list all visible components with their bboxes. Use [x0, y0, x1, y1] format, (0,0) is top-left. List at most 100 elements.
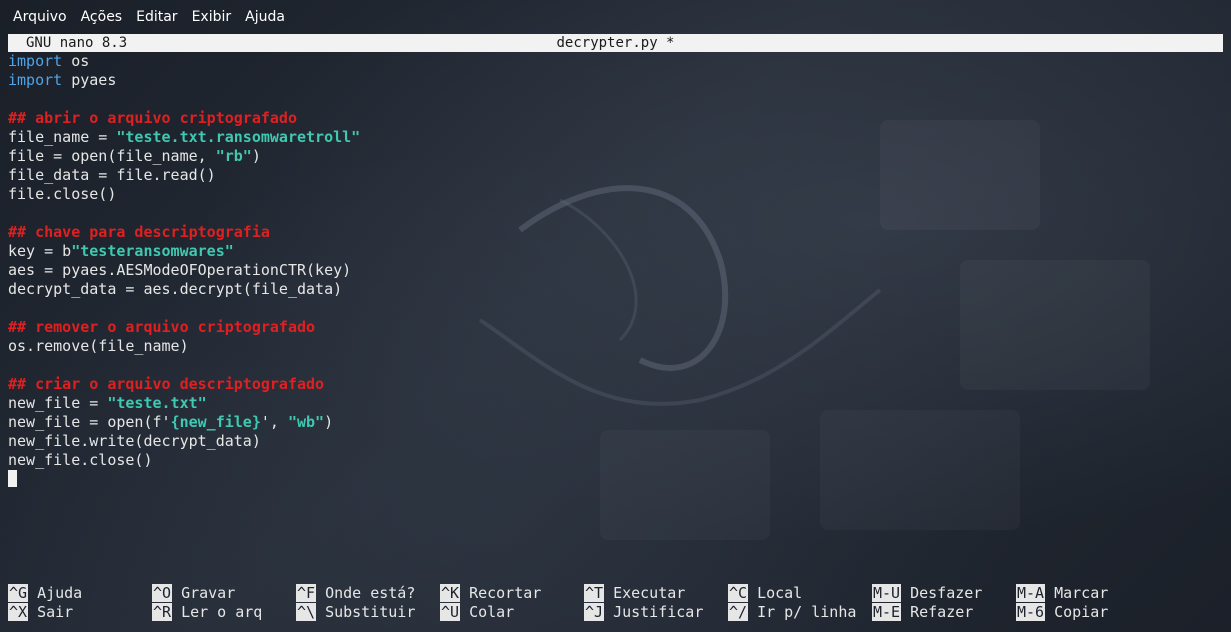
shortcut-label: Justificar — [613, 603, 704, 621]
shortcut-ler-o-arq[interactable]: ^R Ler o arq — [152, 603, 296, 622]
code-token: ## chave para descriptografia — [8, 223, 270, 241]
code-token: import — [8, 52, 63, 70]
shortcut-copiar[interactable]: M-6 Copiar — [1016, 603, 1160, 622]
shortcut-substituir[interactable]: ^\ Substituir — [296, 603, 440, 622]
shortcut-label: Refazer — [910, 603, 974, 621]
shortcut-bar: ^G Ajuda ^O Gravar ^F Onde está? ^K Recortar ^T E… — [8, 584, 1223, 624]
shortcut-label: Executar — [613, 584, 686, 602]
code-token: ## remover o arquivo criptografado — [8, 318, 316, 336]
code-token: aes = pyaes.AESModeOFOperationCTR(key) — [8, 261, 352, 279]
code-line: file = open(file_name, "rb") — [8, 147, 1223, 166]
menu-editar[interactable]: Editar — [129, 9, 184, 25]
code-line: aes = pyaes.AESModeOFOperationCTR(key) — [8, 261, 1223, 280]
file-name: decrypter.py * — [556, 35, 675, 51]
code-line: key = b"testeransomwares" — [8, 242, 1223, 261]
code-token: "teste.txt" — [107, 394, 207, 412]
shortcut-label: Onde está? — [325, 584, 416, 602]
code-token: decrypt_data = aes.decrypt(file_data) — [8, 280, 343, 298]
shortcut-key: M-U — [872, 584, 902, 602]
shortcut-label: Ajuda — [37, 584, 83, 602]
shortcut-label: Recortar — [469, 584, 542, 602]
shortcut-justificar[interactable]: ^J Justificar — [584, 603, 728, 622]
shortcut-gravar[interactable]: ^O Gravar — [152, 584, 296, 603]
shortcut-label: Ler o arq — [181, 603, 263, 621]
shortcut-label: Substituir — [325, 603, 416, 621]
shortcut-key: ^\ — [296, 603, 317, 621]
code-token: {new_file} — [170, 413, 261, 431]
code-token: file_data = file.read() — [8, 166, 216, 184]
shortcut-key: ^J — [584, 603, 605, 621]
code-token: os.remove(file_name) — [8, 337, 189, 355]
code-token: file = open(file_name, — [8, 147, 216, 165]
shortcut-label: Ir p/ linha — [757, 603, 857, 621]
shortcut-local[interactable]: ^C Local — [728, 584, 872, 603]
code-token: "wb" — [287, 413, 325, 431]
shortcut-executar[interactable]: ^T Executar — [584, 584, 728, 603]
code-line: new_file = open(f'{new_file}', "wb") — [8, 413, 1223, 432]
shortcut-desfazer[interactable]: M-U Desfazer — [872, 584, 1016, 603]
shortcut-key: ^X — [8, 603, 29, 621]
menu-exibir[interactable]: Exibir — [185, 9, 239, 25]
code-editor[interactable]: import os import pyaes ## abrir o arquivo … — [8, 52, 1223, 489]
code-line: ## remover o arquivo criptografado — [8, 318, 1223, 337]
menubar: Arquivo Ações Editar Exibir Ajuda — [0, 0, 1231, 34]
shortcut-key: ^K — [440, 584, 461, 602]
shortcut-colar[interactable]: ^U Colar — [440, 603, 584, 622]
shortcut-ajuda[interactable]: ^G Ajuda — [8, 584, 152, 603]
shortcut-recortar[interactable]: ^K Recortar — [440, 584, 584, 603]
shortcut-key: ^T — [584, 584, 605, 602]
code-line: ## abrir o arquivo criptografado — [8, 109, 1223, 128]
text-cursor — [8, 470, 17, 487]
shortcut-key: ^O — [152, 584, 173, 602]
code-token: pyaes — [62, 71, 117, 89]
code-token: ## abrir o arquivo criptografado — [8, 109, 297, 127]
code-line: os.remove(file_name) — [8, 337, 1223, 356]
shortcut-key: ^U — [440, 603, 461, 621]
code-line: file_name = "teste.txt.ransomwaretroll" — [8, 128, 1223, 147]
code-line: new_file = "teste.txt" — [8, 394, 1223, 413]
code-token: ) — [251, 147, 261, 165]
shortcut-key: ^/ — [728, 603, 749, 621]
menu-ações[interactable]: Ações — [74, 9, 130, 25]
code-line: import pyaes — [8, 71, 1223, 90]
nano-titlebar: GNU nano 8.3 decrypter.py * — [8, 34, 1223, 52]
shortcut-key: M-E — [872, 603, 902, 621]
shortcut-sair[interactable]: ^X Sair — [8, 603, 152, 622]
shortcut-key: ^R — [152, 603, 173, 621]
code-token: os — [62, 52, 90, 70]
code-line: file_data = file.read() — [8, 166, 1223, 185]
code-token: "testeransomwares" — [71, 242, 234, 260]
code-line: file.close() — [8, 185, 1223, 204]
code-token: ', — [260, 413, 288, 431]
code-line: ## chave para descriptografia — [8, 223, 1223, 242]
code-line: import os — [8, 52, 1223, 71]
shortcut-label: Desfazer — [910, 584, 983, 602]
code-line: new_file.close() — [8, 451, 1223, 470]
code-line: new_file.write(decrypt_data) — [8, 432, 1223, 451]
shortcut-label: Sair — [37, 603, 74, 621]
shortcut-onde-est[interactable]: ^F Onde está? — [296, 584, 440, 603]
shortcut-key: M-6 — [1016, 603, 1046, 621]
code-token: "teste.txt.ransomwaretroll" — [116, 128, 361, 146]
shortcut-key: ^C — [728, 584, 749, 602]
shortcut-key: M-A — [1016, 584, 1046, 602]
shortcut-ir-p-linha[interactable]: ^/ Ir p/ linha — [728, 603, 872, 622]
shortcut-marcar[interactable]: M-A Marcar — [1016, 584, 1160, 603]
code-line — [8, 470, 1223, 489]
shortcut-label: Colar — [469, 603, 515, 621]
code-token: file.close() — [8, 185, 117, 203]
shortcut-label: Gravar — [181, 584, 236, 602]
code-token: file_name = — [8, 128, 117, 146]
menu-ajuda[interactable]: Ajuda — [238, 9, 292, 25]
shortcut-label: Local — [757, 584, 803, 602]
code-line: decrypt_data = aes.decrypt(file_data) — [8, 280, 1223, 299]
shortcut-refazer[interactable]: M-E Refazer — [872, 603, 1016, 622]
shortcut-key: ^F — [296, 584, 317, 602]
shortcut-key: ^G — [8, 584, 29, 602]
shortcut-label: Marcar — [1054, 584, 1109, 602]
menu-arquivo[interactable]: Arquivo — [6, 9, 74, 25]
